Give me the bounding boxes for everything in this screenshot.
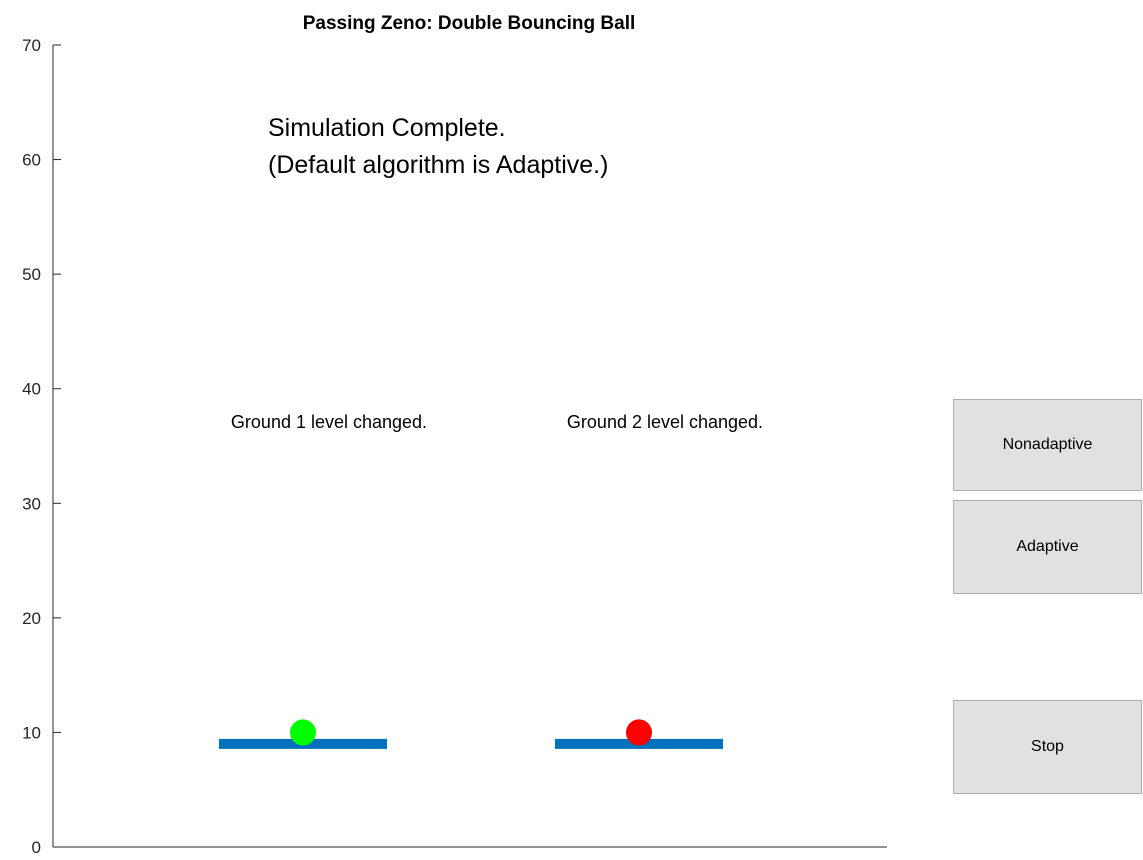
ground1-message: Ground 1 level changed. [231,412,427,432]
status-line-1: Simulation Complete. [268,114,506,142]
figure-title: Passing Zeno: Double Bouncing Ball [303,13,636,34]
y-tick-label: 0 [32,838,41,857]
y-tick-label: 10 [22,723,41,742]
adaptive-button[interactable]: Adaptive [953,500,1142,594]
ground2-message: Ground 2 level changed. [567,412,763,432]
y-tick-label: 30 [22,494,41,513]
y-tick-label: 60 [22,151,41,170]
nonadaptive-button[interactable]: Nonadaptive [953,399,1142,491]
stop-button[interactable]: Stop [953,700,1142,794]
y-tick-label: 40 [22,380,41,399]
ball-2-red [626,719,652,746]
status-line-2: (Default algorithm is Adaptive.) [268,151,608,179]
ball-1-green [290,719,316,746]
y-tick-label: 50 [22,265,41,284]
y-axis-ticks: 0 10 20 30 40 50 60 70 [22,36,61,857]
y-tick-label: 20 [22,609,41,628]
y-tick-label: 70 [22,36,41,55]
